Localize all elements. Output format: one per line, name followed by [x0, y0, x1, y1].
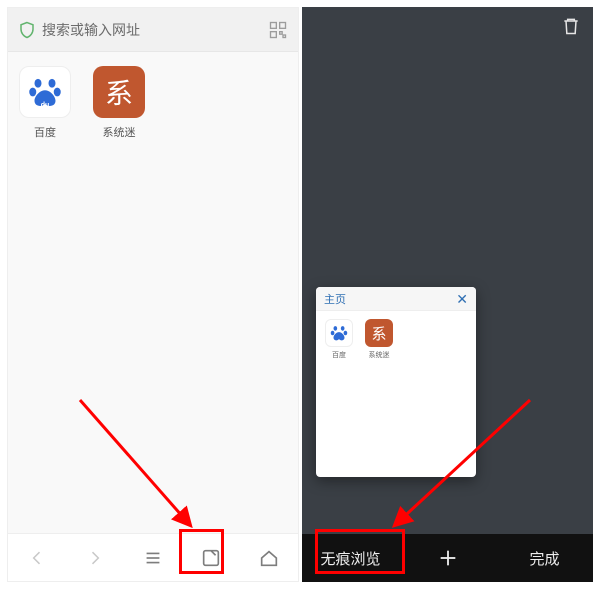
- search-placeholder: 搜索或输入网址: [42, 20, 268, 40]
- tab-switcher-bottombar: 无痕浏览 完成: [302, 534, 593, 582]
- system-glyph-icon: 系: [93, 66, 145, 118]
- svg-text:du: du: [41, 102, 50, 109]
- tab-preview-content: 百度 系 系统迷: [316, 311, 476, 368]
- incognito-button[interactable]: 无痕浏览: [302, 534, 399, 582]
- baidu-paw-icon: [325, 319, 353, 347]
- tab-switcher-topbar: [302, 7, 593, 49]
- menu-button[interactable]: [129, 534, 177, 582]
- tabs-button[interactable]: [187, 534, 235, 582]
- tab-preview-card[interactable]: 主页 ✕ 百度 系 系统迷: [316, 287, 476, 477]
- tile-label: 系统迷: [92, 124, 146, 140]
- clear-all-button[interactable]: [561, 16, 581, 41]
- new-tab-button[interactable]: [399, 534, 496, 582]
- qr-scan-icon[interactable]: [268, 20, 288, 40]
- bottom-toolbar: [8, 533, 298, 581]
- tile-system[interactable]: 系 系统迷: [92, 66, 146, 140]
- tab-title: 主页: [324, 291, 346, 307]
- home-button[interactable]: [245, 534, 293, 582]
- browser-home-pane: 搜索或输入网址 du 百度 系 系统迷: [7, 7, 299, 582]
- speed-dial-tiles: du 百度 系 系统迷: [8, 52, 298, 154]
- tile-baidu[interactable]: du 百度: [18, 66, 72, 140]
- system-glyph-icon: 系: [365, 319, 393, 347]
- tab-close-button[interactable]: ✕: [456, 292, 468, 306]
- baidu-paw-icon: du: [19, 66, 71, 118]
- forward-button[interactable]: [71, 534, 119, 582]
- tab-switcher-pane: 主页 ✕ 百度 系 系统迷 无痕浏览 完成: [302, 7, 593, 582]
- mini-tile-system: 系 系统迷: [364, 319, 394, 360]
- back-button[interactable]: [13, 534, 61, 582]
- shield-icon: [18, 21, 36, 39]
- done-button[interactable]: 完成: [496, 534, 593, 582]
- tile-label: 百度: [18, 124, 72, 140]
- mini-tile-baidu: 百度: [324, 319, 354, 360]
- tab-preview-header: 主页 ✕: [316, 287, 476, 311]
- search-bar[interactable]: 搜索或输入网址: [8, 8, 298, 52]
